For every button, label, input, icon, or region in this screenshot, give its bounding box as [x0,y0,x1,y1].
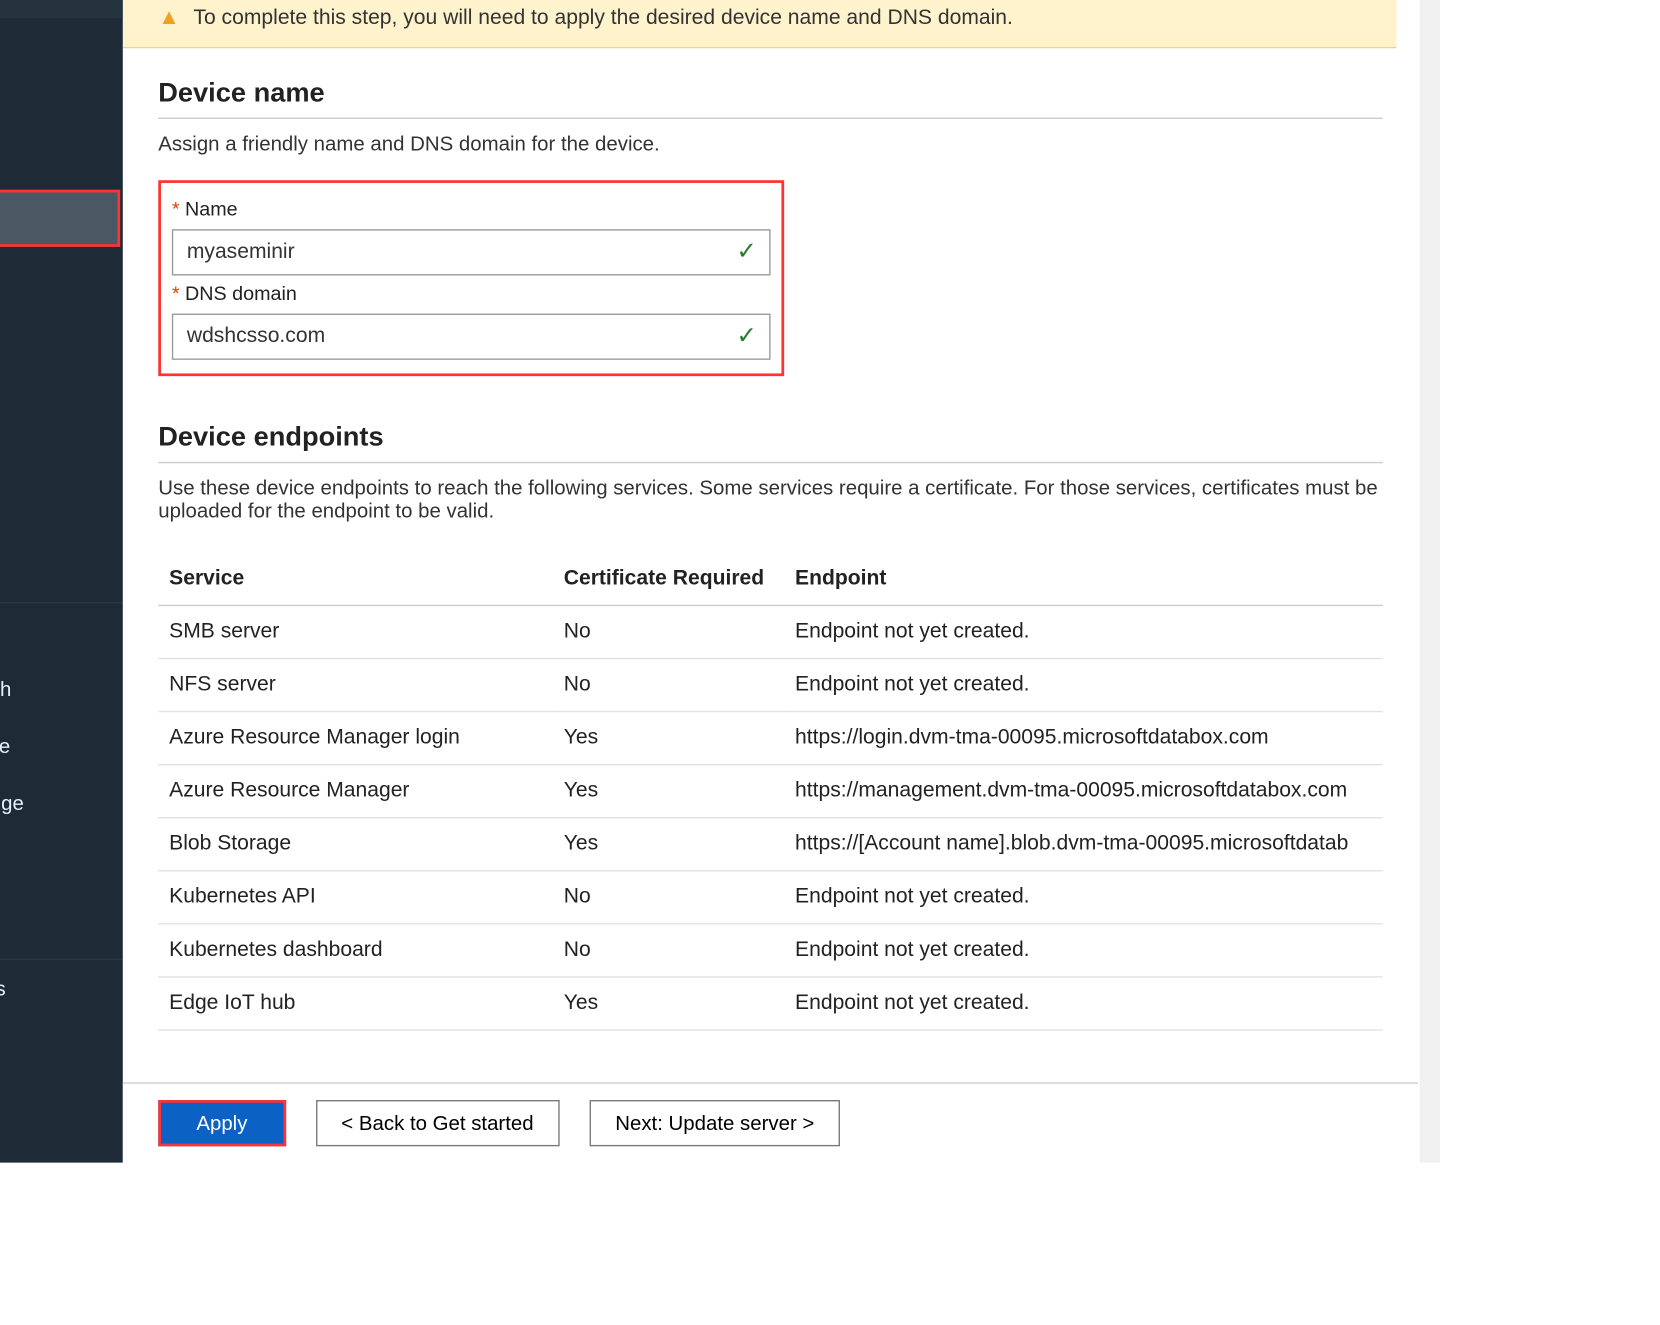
sidebar-item-device-reset[interactable]: ↻Device reset [0,832,123,889]
sidebar-item-hardware-health[interactable]: ▦Hardware health [0,661,123,718]
table-cell: Endpoint not yet created. [784,871,1383,924]
endpoints-desc: Use these device endpoints to reach the … [158,477,1383,523]
sidebar-item-certificates[interactable]: 📜Certificates [0,361,123,418]
sidebar: CONFIGURATION☁Get started▥Network🖥Comput… [0,0,123,1163]
table-row: Blob StorageYeshttps://[Account name].bl… [158,818,1383,871]
sidebar-item-label: Software update [0,735,10,758]
warning-text: To complete this step, you will need to … [193,6,1012,30]
table-cell: https://login.dvm-tma-00095.microsoftdat… [784,712,1383,765]
table-cell: https://management.dvm-tma-00095.microso… [784,765,1383,818]
table-row: NFS serverNoEndpoint not yet created. [158,659,1383,712]
sidebar-item-get-started[interactable]: ☁Get started [0,0,123,18]
device-name-form: *Name ✓ *DNS domain ✓ [158,180,784,376]
sidebar-item-compute[interactable]: 🖥Compute [0,75,123,132]
apply-button[interactable]: Apply [158,1100,285,1146]
table-cell: https://[Account name].blob.dvm-tma-0009… [784,818,1383,871]
sidebar-item-diagnostic-tests[interactable]: 📈Diagnostic tests [0,960,123,1017]
table-row: Azure Resource ManagerYeshttps://managem… [158,765,1383,818]
table-cell: Azure Resource Manager login [158,712,553,765]
table-cell: Endpoint not yet created. [784,924,1383,977]
table-cell: No [553,924,784,977]
sidebar-item-cloud-details[interactable]: ⚙Cloud details [0,475,123,532]
sidebar-item-support[interactable]: 👤Support [0,1017,123,1074]
table-cell: Kubernetes API [158,871,553,924]
name-input[interactable] [172,229,771,275]
sidebar-item-power[interactable]: ⚡Power [0,603,123,660]
table-cell: Blob Storage [158,818,553,871]
sidebar-item-password-change[interactable]: 🔑Password change [0,775,123,832]
name-label: *Name [172,199,771,221]
sidebar-item-update-server[interactable]: ⬆Update server [0,247,123,304]
table-cell: Endpoint not yet created. [784,659,1383,712]
table-row: Kubernetes APINoEndpoint not yet created… [158,871,1383,924]
table-cell: No [553,871,784,924]
sidebar-section-label: TROUBLESHOOTING [0,889,123,960]
next-button[interactable]: Next: Update server > [589,1100,840,1146]
footer-bar: Apply < Back to Get started Next: Update… [123,1082,1418,1162]
table-header: Certificate Required [553,553,784,605]
endpoints-table: ServiceCertificate RequiredEndpoint SMB … [158,553,1383,1031]
dns-label: *DNS domain [172,284,771,306]
sidebar-item-software-update[interactable]: ⬇Software update [0,718,123,775]
check-icon: ✓ [736,237,757,266]
sidebar-item-vpn[interactable]: 🔒VPN [0,418,123,475]
table-cell: Yes [553,818,784,871]
table-cell: Kubernetes dashboard [158,924,553,977]
table-row: SMB serverNoEndpoint not yet created. [158,605,1383,658]
main-panel: Device DVM-TMA-00095 ▲ To complete this … [123,0,1440,1163]
table-cell: Yes [553,765,784,818]
endpoints-heading: Device endpoints [158,422,1383,463]
sidebar-item-device[interactable]: ▤Device [0,190,120,247]
vertical-scrollbar[interactable] [1420,0,1440,1163]
table-header: Endpoint [784,553,1383,605]
device-name-desc: Assign a friendly name and DNS domain fo… [158,133,1383,156]
sidebar-item-label: Hardware health [0,678,11,701]
table-cell: Azure Resource Manager [158,765,553,818]
table-row: Edge IoT hubYesEndpoint not yet created. [158,977,1383,1030]
dns-input[interactable] [172,314,771,360]
device-name-heading: Device name [158,78,1383,119]
table-cell: Yes [553,712,784,765]
warning-icon: ▲ [158,6,180,30]
table-header: Service [158,553,553,605]
table-row: Azure Resource Manager loginYeshttps://l… [158,712,1383,765]
sidebar-section-label: MAINTENANCE [0,533,123,604]
warning-banner: ▲ To complete this step, you will need t… [123,0,1397,48]
table-row: Kubernetes dashboardNoEndpoint not yet c… [158,924,1383,977]
check-icon: ✓ [736,322,757,351]
sidebar-item-time[interactable]: 🕓Time [0,304,123,361]
back-button[interactable]: < Back to Get started [315,1100,559,1146]
sidebar-item-label: Password change [0,792,24,815]
table-cell: Endpoint not yet created. [784,605,1383,658]
table-cell: Endpoint not yet created. [784,977,1383,1030]
sidebar-item-label: Diagnostic tests [0,977,6,1000]
table-cell: No [553,605,784,658]
table-cell: Edge IoT hub [158,977,553,1030]
table-cell: NFS server [158,659,553,712]
table-cell: Yes [553,977,784,1030]
table-cell: SMB server [158,605,553,658]
sidebar-item-web-proxy[interactable]: 🌐Web proxy [0,133,123,190]
sidebar-item-network[interactable]: ▥Network [0,18,123,75]
table-cell: No [553,659,784,712]
